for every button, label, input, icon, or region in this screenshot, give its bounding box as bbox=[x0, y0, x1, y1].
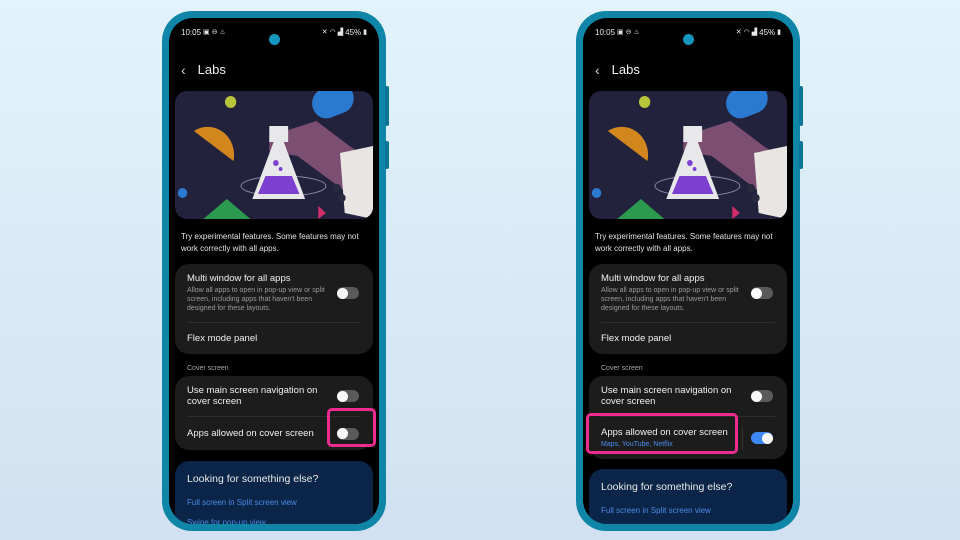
setting-sublabel: Allow all apps to open in pop-up view or… bbox=[187, 286, 325, 312]
setting-flex-mode-panel[interactable]: Flex mode panel bbox=[589, 323, 787, 354]
looking-title: Looking for something else? bbox=[601, 481, 733, 493]
main-nav-toggle[interactable] bbox=[751, 390, 773, 402]
cover-screen-card: Use main screen navigation on cover scre… bbox=[175, 376, 373, 450]
setting-label: Multi window for all apps bbox=[187, 273, 291, 285]
yellow-dot bbox=[224, 96, 237, 108]
setting-label: Flex mode panel bbox=[187, 332, 258, 344]
setting-label: Use main screen navigation on cover scre… bbox=[187, 384, 318, 408]
power-button bbox=[799, 141, 803, 169]
sleeve bbox=[754, 146, 787, 219]
setting-apps-allowed-cover[interactable]: Apps allowed on cover screen bbox=[175, 417, 373, 450]
battery-icon: ▮ bbox=[363, 28, 367, 36]
multi-window-toggle[interactable] bbox=[337, 287, 359, 299]
vertical-separator bbox=[742, 427, 743, 449]
setting-apps-allowed-cover[interactable]: Apps allowed on cover screen Maps, YouTu… bbox=[589, 417, 787, 459]
gallery-icon: ▣ bbox=[617, 28, 624, 36]
blue-dot bbox=[591, 188, 602, 198]
setting-main-screen-navigation[interactable]: Use main screen navigation on cover scre… bbox=[175, 376, 373, 416]
volume-button bbox=[799, 86, 803, 126]
battery-percent: 45% bbox=[759, 27, 776, 37]
app-header: ‹ Labs bbox=[595, 62, 640, 77]
looking-for-card: Looking for something else? Full screen … bbox=[175, 461, 373, 524]
main-nav-toggle[interactable] bbox=[337, 390, 359, 402]
setting-main-screen-navigation[interactable]: Use main screen navigation on cover scre… bbox=[589, 376, 787, 416]
labs-description: Try experimental features. Some features… bbox=[595, 232, 773, 253]
blue-shape bbox=[312, 91, 354, 119]
setting-label: Flex mode panel bbox=[601, 332, 672, 344]
status-time: 10:05 bbox=[595, 27, 616, 37]
status-time: 10:05 bbox=[181, 27, 202, 37]
section-label-cover-screen: Cover screen bbox=[187, 365, 229, 372]
labs-settings-card: Multi window for all apps Allow all apps… bbox=[589, 264, 787, 354]
back-icon[interactable]: ‹ bbox=[595, 63, 600, 77]
cover-screen-card: Use main screen navigation on cover scre… bbox=[589, 376, 787, 459]
setting-multi-window[interactable]: Multi window for all apps Allow all apps… bbox=[175, 264, 373, 322]
notification-icon: ♨ bbox=[219, 28, 226, 36]
section-label-cover-screen: Cover screen bbox=[601, 365, 643, 372]
signal-icon: ▟ bbox=[751, 28, 758, 36]
wifi-icon: ◠ bbox=[743, 28, 750, 36]
phone-left: 10:05 ▣ ⊖ ♨ ✕ ◠ ▟ 45% ▮ ‹ Labs Try exper… bbox=[162, 11, 389, 531]
setting-label: Apps allowed on cover screen bbox=[601, 427, 728, 439]
green-shape bbox=[203, 199, 251, 219]
yellow-dot bbox=[638, 96, 651, 108]
labs-illustration bbox=[589, 91, 787, 219]
setting-label: Apps allowed on cover screen bbox=[187, 427, 314, 439]
sleeve bbox=[340, 146, 373, 219]
allowed-apps-list: Maps, YouTube, Netflix bbox=[601, 440, 673, 448]
dnd-icon: ⊖ bbox=[625, 28, 632, 36]
labs-illustration bbox=[175, 91, 373, 219]
setting-flex-mode-panel[interactable]: Flex mode panel bbox=[175, 323, 373, 354]
mute-icon: ✕ bbox=[735, 28, 742, 36]
blue-shape bbox=[726, 91, 768, 119]
looking-title: Looking for something else? bbox=[187, 473, 319, 485]
labs-description: Try experimental features. Some features… bbox=[181, 232, 359, 253]
link-full-screen-split[interactable]: Full screen in Split screen view bbox=[601, 506, 775, 515]
setting-label: Use main screen navigation on cover scre… bbox=[601, 384, 732, 408]
apps-allowed-toggle[interactable] bbox=[751, 432, 773, 444]
green-shape bbox=[617, 199, 665, 219]
page-title: Labs bbox=[197, 62, 226, 77]
orange-shape bbox=[193, 126, 235, 161]
app-header: ‹ Labs bbox=[181, 62, 226, 77]
link-swipe-popup[interactable]: Swipe for pop-up view bbox=[187, 518, 361, 524]
battery-icon: ▮ bbox=[777, 28, 781, 36]
red-shape bbox=[732, 206, 740, 219]
wifi-icon: ◠ bbox=[329, 28, 336, 36]
battery-percent: 45% bbox=[345, 27, 362, 37]
status-bar: 10:05 ▣ ⊖ ♨ ✕ ◠ ▟ 45% ▮ bbox=[595, 26, 781, 38]
screen: 10:05 ▣ ⊖ ♨ ✕ ◠ ▟ 45% ▮ ‹ Labs Try exper… bbox=[169, 18, 379, 524]
signal-icon: ▟ bbox=[337, 28, 344, 36]
blue-dot bbox=[177, 188, 188, 198]
mute-icon: ✕ bbox=[321, 28, 328, 36]
setting-sublabel: Allow all apps to open in pop-up view or… bbox=[601, 286, 739, 312]
setting-multi-window[interactable]: Multi window for all apps Allow all apps… bbox=[589, 264, 787, 322]
orange-shape bbox=[607, 126, 649, 161]
page-title: Labs bbox=[611, 62, 640, 77]
setting-label: Multi window for all apps bbox=[601, 273, 705, 285]
screen: 10:05 ▣ ⊖ ♨ ✕ ◠ ▟ 45% ▮ ‹ Labs Try exper… bbox=[583, 18, 793, 524]
link-full-screen-split[interactable]: Full screen in Split screen view bbox=[187, 498, 361, 507]
volume-button bbox=[385, 86, 389, 126]
apps-allowed-toggle[interactable] bbox=[337, 427, 359, 440]
multi-window-toggle[interactable] bbox=[751, 287, 773, 299]
power-button bbox=[385, 141, 389, 169]
gallery-icon: ▣ bbox=[203, 28, 210, 36]
back-icon[interactable]: ‹ bbox=[181, 63, 186, 77]
notification-icon: ♨ bbox=[633, 28, 640, 36]
red-shape bbox=[318, 206, 326, 219]
looking-for-card: Looking for something else? Full screen … bbox=[589, 469, 787, 524]
status-bar: 10:05 ▣ ⊖ ♨ ✕ ◠ ▟ 45% ▮ bbox=[181, 26, 367, 38]
labs-settings-card: Multi window for all apps Allow all apps… bbox=[175, 264, 373, 354]
phone-right: 10:05 ▣ ⊖ ♨ ✕ ◠ ▟ 45% ▮ ‹ Labs Try exper… bbox=[576, 11, 803, 531]
dnd-icon: ⊖ bbox=[211, 28, 218, 36]
